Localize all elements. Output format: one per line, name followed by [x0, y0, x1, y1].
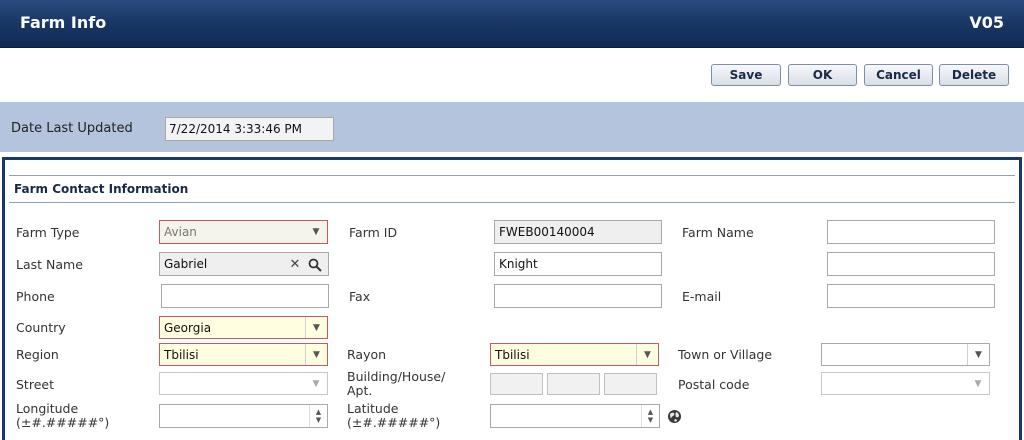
chevron-down-icon: ▼: [636, 344, 658, 365]
street-select[interactable]: ▼: [159, 372, 328, 395]
cancel-button[interactable]: Cancel: [864, 64, 933, 86]
postal-code-label: Postal code: [678, 377, 750, 392]
last-name-value: Gabriel: [164, 257, 208, 271]
spin-up-icon[interactable]: ▲: [648, 408, 653, 416]
farm-type-select[interactable]: Avian ▼: [159, 220, 328, 244]
latitude-input[interactable]: ▲ ▼: [490, 404, 660, 428]
email-label: E-mail: [682, 289, 722, 304]
latitude-label: Latitude (±#.#####°): [347, 401, 441, 430]
section-divider: [9, 202, 1015, 203]
country-select[interactable]: Georgia ▼: [159, 316, 328, 339]
longitude-input[interactable]: ▲ ▼: [159, 404, 328, 428]
save-button[interactable]: Save: [711, 64, 781, 86]
town-label: Town or Village: [678, 347, 773, 362]
fax-input[interactable]: [494, 284, 662, 308]
page-title: Farm Info: [20, 13, 107, 32]
chevron-down-icon: ▼: [305, 344, 327, 365]
region-label: Region: [16, 347, 59, 362]
fax-label: Fax: [349, 289, 371, 304]
chevron-down-icon: ▼: [967, 344, 989, 365]
email-input[interactable]: [827, 284, 995, 308]
chevron-down-icon: ▼: [974, 378, 982, 389]
rayon-label: Rayon: [347, 347, 387, 362]
clear-icon[interactable]: ✕: [288, 255, 302, 273]
country-label: Country: [16, 320, 66, 335]
farm-type-value: Avian: [164, 225, 197, 239]
latitude-spinner[interactable]: ▲ ▼: [641, 405, 659, 427]
farm-name-input[interactable]: [827, 220, 995, 244]
spin-down-icon[interactable]: ▼: [316, 416, 321, 424]
phone-input[interactable]: [161, 284, 329, 308]
version-label: V05: [969, 13, 1004, 32]
ok-button[interactable]: OK: [788, 64, 857, 86]
building-input[interactable]: [490, 373, 543, 395]
farm-id-field: FWEB00140004: [494, 220, 662, 244]
postal-code-select[interactable]: ▼: [821, 372, 990, 395]
date-last-updated-label: Date Last Updated: [11, 121, 133, 136]
last-name-label: Last Name: [16, 257, 83, 272]
section-divider-top: [9, 175, 1015, 176]
globe-icon[interactable]: [667, 409, 682, 424]
spin-down-icon[interactable]: ▼: [648, 416, 653, 424]
region-select[interactable]: Tbilisi ▼: [159, 343, 328, 366]
farm-name-label: Farm Name: [682, 225, 754, 240]
region-value: Tbilisi: [164, 348, 199, 362]
chevron-down-icon: ▼: [312, 378, 320, 389]
building-label: Building/House/ Apt.: [347, 369, 446, 398]
rayon-value: Tbilisi: [495, 348, 530, 362]
chevron-down-icon: ▼: [312, 227, 320, 237]
town-select[interactable]: ▼: [821, 343, 990, 366]
farm-id-label: Farm ID: [349, 225, 398, 240]
house-input[interactable]: [547, 373, 600, 395]
date-last-updated-band: Date Last Updated 7/22/2014 3:33:46 PM: [0, 102, 1024, 152]
last-name-lookup[interactable]: Gabriel ✕: [159, 252, 329, 276]
country-value: Georgia: [164, 321, 212, 335]
search-icon[interactable]: [306, 256, 324, 274]
date-last-updated-field: 7/22/2014 3:33:46 PM: [165, 117, 334, 141]
delete-button[interactable]: Delete: [939, 64, 1009, 86]
longitude-label: Longitude (±#.#####°): [16, 401, 110, 430]
spin-up-icon[interactable]: ▲: [316, 408, 321, 416]
rayon-select[interactable]: Tbilisi ▼: [490, 343, 659, 366]
apt-input[interactable]: [604, 373, 657, 395]
section-title: Farm Contact Information: [14, 182, 189, 196]
title-bar: Farm Info V05: [0, 0, 1024, 48]
street-label: Street: [16, 377, 54, 392]
farm-type-label: Farm Type: [16, 225, 80, 240]
chevron-down-icon: ▼: [305, 317, 327, 338]
longitude-spinner[interactable]: ▲ ▼: [309, 405, 327, 427]
phone-label: Phone: [16, 289, 55, 304]
middle-name-input[interactable]: [827, 252, 995, 276]
first-name-input[interactable]: Knight: [494, 252, 662, 276]
